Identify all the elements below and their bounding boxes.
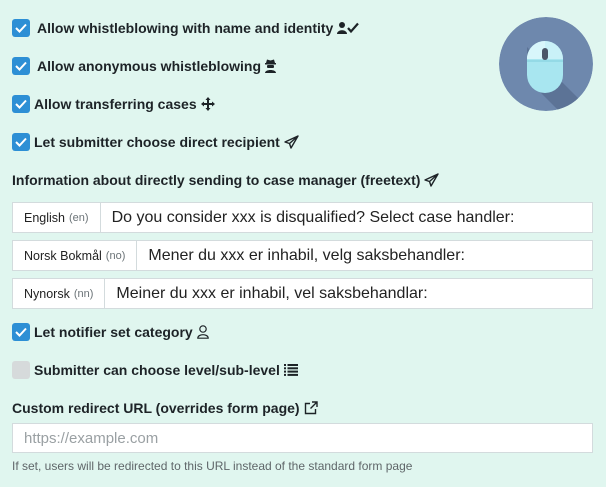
arrows-move-icon — [200, 97, 215, 111]
paper-plane-icon — [424, 173, 440, 187]
transfer-label: Allow transferring cases — [34, 96, 197, 112]
paper-plane-icon — [284, 135, 299, 149]
level-checkbox[interactable] — [12, 361, 30, 379]
user-outline-icon — [196, 325, 209, 339]
transfer-checkbox[interactable] — [12, 95, 30, 113]
option-transfer[interactable]: Allow transferring cases — [12, 95, 215, 113]
lang-row-en: English (en) — [12, 202, 593, 233]
lang-row-no: Norsk Bokmål (no) — [12, 240, 593, 271]
redirect-url-input[interactable] — [12, 423, 593, 453]
category-checkbox[interactable] — [12, 323, 30, 341]
option-direct-recipient[interactable]: Let submitter choose direct recipient — [12, 133, 299, 151]
lang-code: (en) — [69, 211, 89, 224]
lang-name: English — [24, 210, 65, 225]
level-label: Submitter can choose level/sub-level — [34, 362, 280, 378]
redirect-title-text: Custom redirect URL (overrides form page… — [12, 400, 300, 416]
freetext-title-text: Information about directly sending to ca… — [12, 172, 421, 188]
user-check-icon — [337, 21, 360, 35]
external-link-icon — [304, 401, 318, 415]
option-category[interactable]: Let notifier set category — [12, 323, 209, 341]
redirect-help-text: If set, users will be redirected to this… — [12, 459, 413, 473]
direct-recipient-checkbox[interactable] — [12, 133, 30, 151]
identity-checkbox[interactable] — [12, 19, 30, 37]
option-anonymous[interactable]: Allow anonymous whistleblowing — [12, 57, 277, 75]
lang-tag-no: Norsk Bokmål (no) — [13, 241, 138, 270]
freetext-input-no[interactable] — [137, 241, 592, 270]
option-identity[interactable]: Allow whistleblowing with name and ident… — [12, 19, 360, 37]
freetext-input-nn[interactable] — [105, 279, 592, 308]
lang-code: (no) — [105, 249, 126, 262]
direct-recipient-label: Let submitter choose direct recipient — [34, 134, 280, 150]
lang-code: (nn) — [73, 287, 94, 300]
anonymous-label: Allow anonymous whistleblowing — [37, 58, 262, 74]
lang-name: Nynorsk — [24, 286, 70, 301]
category-label: Let notifier set category — [34, 324, 193, 340]
option-level[interactable]: Submitter can choose level/sub-level — [12, 361, 298, 379]
identity-label: Allow whistleblowing with name and ident… — [37, 20, 334, 36]
user-secret-icon — [265, 59, 277, 73]
anonymous-checkbox[interactable] — [12, 57, 30, 75]
lang-name: Norsk Bokmål — [24, 248, 102, 263]
redirect-title: Custom redirect URL (overrides form page… — [12, 400, 318, 416]
lang-row-nn: Nynorsk (nn) — [12, 278, 593, 309]
mouse-icon — [499, 17, 593, 111]
lang-tag-nn: Nynorsk (nn) — [13, 279, 106, 308]
list-icon — [283, 364, 298, 376]
freetext-input-en[interactable] — [100, 203, 592, 232]
lang-tag-en: English (en) — [13, 203, 101, 232]
freetext-title: Information about directly sending to ca… — [12, 172, 440, 188]
